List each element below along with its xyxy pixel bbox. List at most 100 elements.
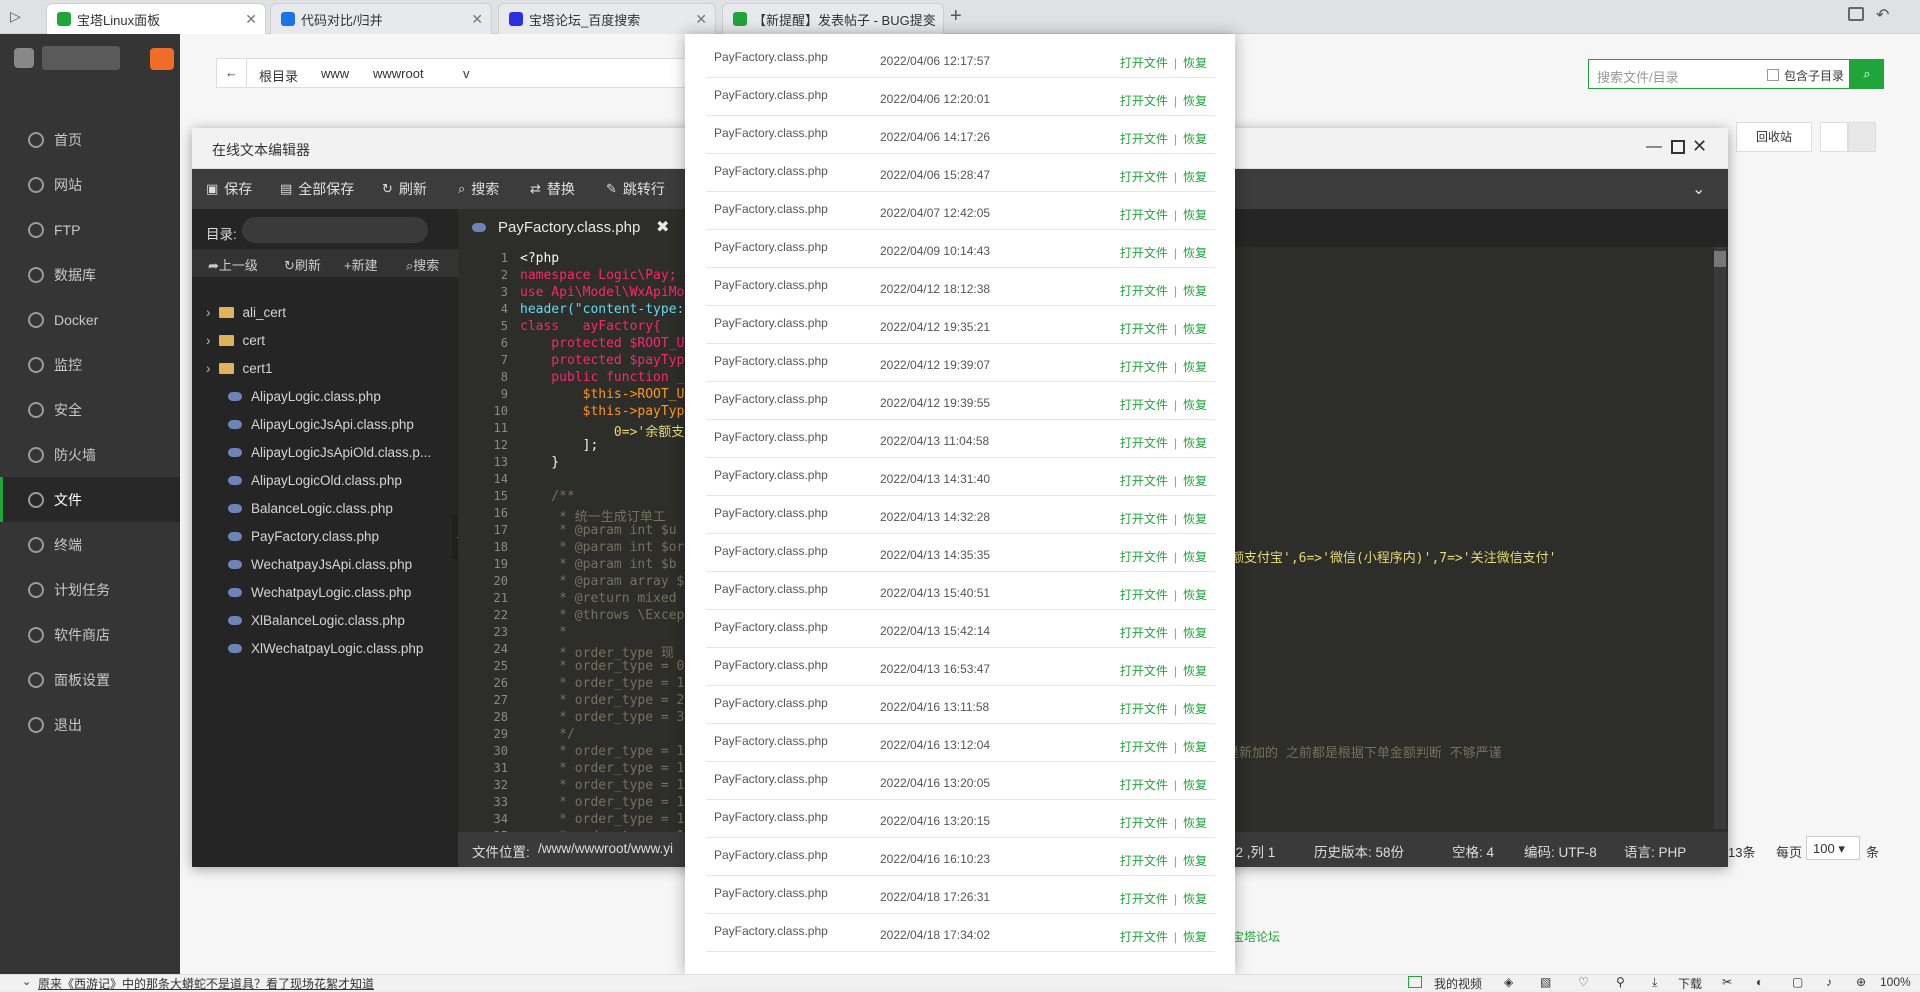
tree-item[interactable]: WechatpayJsApi.class.php <box>192 550 458 578</box>
restore-link[interactable]: 恢复 <box>1183 436 1207 450</box>
restore-link[interactable]: 恢复 <box>1183 322 1207 336</box>
sidebar-item[interactable]: 监控 <box>0 342 180 387</box>
sidebar-item[interactable]: Docker <box>0 297 180 342</box>
list-view-button[interactable] <box>1848 122 1876 152</box>
tree-item[interactable]: PayFactory.class.php <box>192 522 458 550</box>
sidebar-item[interactable]: 软件商店 <box>0 612 180 657</box>
sidebar-toggle-icon[interactable]: ▷ <box>10 8 21 25</box>
open-file-link[interactable]: 打开文件 <box>1120 132 1168 146</box>
save-all-button[interactable]: ▤ 全部保存 <box>280 169 354 209</box>
refresh-button[interactable]: ↻ 刷新 <box>382 169 427 209</box>
open-file-link[interactable]: 打开文件 <box>1120 170 1168 184</box>
chevron-right-icon[interactable]: › <box>206 305 211 320</box>
sidebar-item[interactable]: 终端 <box>0 522 180 567</box>
zoom-level[interactable]: 100% <box>1880 975 1911 989</box>
tree-refresh-button[interactable]: ↻刷新 <box>284 255 321 274</box>
tab-close-icon[interactable]: ✕ <box>923 11 935 28</box>
sidebar-item[interactable]: 网站 <box>0 162 180 207</box>
search-toolbar-button[interactable]: ⌕ 搜索 <box>458 169 499 209</box>
vertical-scrollbar[interactable] <box>1714 247 1726 829</box>
shield-status-icon[interactable]: ◈ <box>1504 975 1513 989</box>
collapse-toolbar-icon[interactable]: ⌄ <box>1692 169 1705 209</box>
tab-close-icon[interactable]: ✕ <box>245 11 257 28</box>
open-file-link[interactable]: 打开文件 <box>1120 626 1168 640</box>
open-file-link[interactable]: 打开文件 <box>1120 550 1168 564</box>
restore-link[interactable]: 恢复 <box>1183 474 1207 488</box>
sidebar-item[interactable]: 防火墙 <box>0 432 180 477</box>
open-file-link[interactable]: 打开文件 <box>1120 892 1168 906</box>
open-file-link[interactable]: 打开文件 <box>1120 56 1168 70</box>
close-icon[interactable]: ✕ <box>1692 136 1707 157</box>
open-file-link[interactable]: 打开文件 <box>1120 778 1168 792</box>
restore-link[interactable]: 恢复 <box>1183 854 1207 868</box>
open-file-link[interactable]: 打开文件 <box>1120 398 1168 412</box>
chevron-right-icon[interactable]: › <box>206 333 211 348</box>
sidebar-item[interactable]: 首页 <box>0 117 180 162</box>
restore-link[interactable]: 恢复 <box>1183 550 1207 564</box>
open-file-link[interactable]: 打开文件 <box>1120 740 1168 754</box>
open-file-link[interactable]: 打开文件 <box>1120 436 1168 450</box>
file-search-input[interactable]: 搜索文件/目录 <box>1597 67 1679 86</box>
tree-item[interactable]: AlipayLogicJsApiOld.class.p... <box>192 438 458 466</box>
sidebar-item[interactable]: 安全 <box>0 387 180 432</box>
tools-icon[interactable]: ✂ <box>1722 975 1732 989</box>
my-video-link[interactable]: 我的视频 <box>1434 975 1482 992</box>
open-file-link[interactable]: 打开文件 <box>1120 322 1168 336</box>
tree-item[interactable]: › cert <box>192 326 458 354</box>
browser-tab[interactable]: 宝塔Linux面板 ✕ <box>46 3 266 34</box>
restore-link[interactable]: 恢复 <box>1183 664 1207 678</box>
browser-tab[interactable]: 代码对比/归并 ✕ <box>270 3 492 34</box>
save-button[interactable]: ▣ 保存 <box>206 169 252 209</box>
open-file-link[interactable]: 打开文件 <box>1120 854 1168 868</box>
tree-item[interactable]: AlipayLogic.class.php <box>192 382 458 410</box>
breadcrumb-www[interactable]: www <box>321 66 349 81</box>
restore-link[interactable]: 恢复 <box>1183 702 1207 716</box>
tree-search-button[interactable]: ⌕搜索 <box>406 255 439 274</box>
tab-close-icon[interactable]: ✕ <box>471 11 483 28</box>
per-page-select[interactable]: 100 ▾ <box>1806 836 1860 860</box>
download-icon[interactable]: ⤓ <box>1652 975 1657 990</box>
grid-view-button[interactable] <box>1820 122 1848 152</box>
open-file-link[interactable]: 打开文件 <box>1120 930 1168 944</box>
file-tab[interactable]: PayFactory.class.php ✖ <box>458 209 688 247</box>
volume-icon[interactable]: ♪ <box>1826 975 1832 989</box>
tree-item[interactable]: AlipayLogicOld.class.php <box>192 466 458 494</box>
edge-icon[interactable]: ◐ <box>1756 975 1763 989</box>
chevron-right-icon[interactable]: › <box>206 361 211 376</box>
chevron-down-icon[interactable]: ⌄ <box>22 975 31 988</box>
include-subdir-checkbox[interactable] <box>1767 69 1779 81</box>
open-file-link[interactable]: 打开文件 <box>1120 816 1168 830</box>
minimize-icon[interactable]: — <box>1646 138 1662 156</box>
sidebar-item[interactable]: 面板设置 <box>0 657 180 702</box>
restore-link[interactable]: 恢复 <box>1183 588 1207 602</box>
restore-link[interactable]: 恢复 <box>1183 94 1207 108</box>
zoom-icon[interactable]: ⊕ <box>1856 975 1866 989</box>
restore-link[interactable]: 恢复 <box>1183 930 1207 944</box>
collections-icon[interactable] <box>1848 7 1864 21</box>
heart-icon[interactable]: ♡ <box>1578 975 1589 989</box>
tree-item[interactable]: WechatpayLogic.class.php <box>192 578 458 606</box>
tree-up-button[interactable]: ➦上一级 <box>208 255 258 274</box>
restore-link[interactable]: 恢复 <box>1183 360 1207 374</box>
sidebar-item[interactable]: FTP <box>0 207 180 252</box>
open-file-link[interactable]: 打开文件 <box>1120 246 1168 260</box>
breadcrumb-site[interactable]: v <box>463 66 470 81</box>
browser-tab[interactable]: 宝塔论坛_百度搜索 ✕ <box>498 3 716 34</box>
language[interactable]: 语言: PHP <box>1624 841 1686 861</box>
restore-link[interactable]: 恢复 <box>1183 512 1207 526</box>
history-versions[interactable]: 历史版本: 58份 <box>1314 841 1404 861</box>
back-arrow-icon[interactable]: ← <box>217 59 247 87</box>
browser-tab[interactable]: 【新提醒】发表帖子 - BUG提交 ✕ <box>722 3 944 34</box>
replace-button[interactable]: ⇄ 替换 <box>530 169 575 209</box>
tree-item[interactable]: XlBalanceLogic.class.php <box>192 606 458 634</box>
recycle-bin-button[interactable]: 回收站 <box>1736 122 1812 152</box>
sidebar-item[interactable]: 文件 <box>0 477 180 522</box>
open-file-link[interactable]: 打开文件 <box>1120 360 1168 374</box>
tab-close-icon[interactable]: ✕ <box>695 11 707 28</box>
image-icon[interactable]: ▧ <box>1540 975 1551 989</box>
open-file-link[interactable]: 打开文件 <box>1120 284 1168 298</box>
breadcrumb-wwwroot[interactable]: wwwroot <box>373 66 424 81</box>
restore-link[interactable]: 恢复 <box>1183 816 1207 830</box>
tree-item[interactable]: AlipayLogicJsApi.class.php <box>192 410 458 438</box>
sidebar-item[interactable]: 计划任务 <box>0 567 180 612</box>
